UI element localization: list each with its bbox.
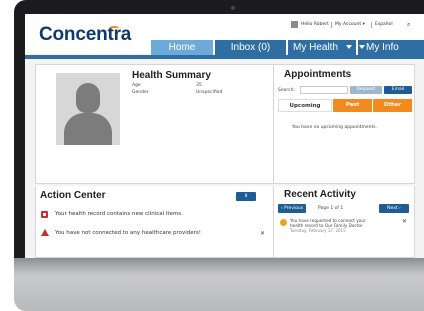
previous-label: Previous (284, 206, 304, 211)
chevron-down-icon (346, 45, 352, 49)
next-page-button[interactable]: Next › (379, 204, 409, 213)
appointments-title: Appointments (284, 69, 352, 80)
action-center-panel: Action Center 8 Your health record conta… (35, 186, 289, 258)
tab-past[interactable]: Past (333, 99, 372, 112)
action-center-title: Action Center (40, 190, 106, 201)
tab-past-label: Past (345, 102, 360, 108)
tab-my-info[interactable]: My Info (358, 40, 424, 55)
action-count: 8 (244, 194, 248, 199)
search-label: Search: (278, 88, 295, 93)
action-item-new-clinical[interactable]: Your health record contains new clinical… (55, 211, 183, 217)
age-label: Age (132, 83, 141, 88)
health-summary-title: Health Summary (132, 70, 211, 81)
next-label: Next (387, 206, 398, 211)
gender-label: Gender (132, 90, 149, 95)
language-link[interactable]: Español (375, 22, 393, 27)
activity-date: Tuesday, February 17, 2015 (290, 228, 346, 233)
person-silhouette-icon (76, 83, 100, 113)
medical-record-alert-icon (40, 209, 50, 219)
recent-activity-title: Recent Activity (284, 189, 356, 200)
tab-my-info-label: My Info (366, 42, 399, 53)
request-button-label: Request (356, 87, 376, 92)
logo-swoosh-icon (109, 26, 119, 30)
recent-activity-panel: Recent Activity ‹ Previous Page 1 of 1 N… (273, 186, 415, 258)
no-appointments-message: You have no upcoming appointments. (292, 125, 378, 130)
email-button-label: Email (391, 87, 405, 92)
action-item-no-providers[interactable]: You have not connected to any healthcare… (55, 230, 201, 236)
user-greeting: Hello Robert (301, 22, 329, 27)
tab-my-health-label: My Health (293, 42, 339, 53)
search-icon[interactable]: ⌕ (407, 21, 410, 29)
tab-inbox[interactable]: Inbox (0) (215, 40, 286, 55)
chevron-right-icon: › (397, 206, 401, 211)
tab-upcoming-label: Upcoming (289, 103, 321, 109)
tab-other-label: Other (383, 102, 402, 108)
chevron-down-icon (359, 45, 365, 49)
tab-upcoming[interactable]: Upcoming (278, 99, 332, 112)
dismiss-icon[interactable]: ✕ (260, 230, 265, 237)
previous-page-button[interactable]: ‹ Previous (278, 204, 306, 213)
webcam-dot (231, 6, 235, 10)
page-indicator: Page 1 of 1 (318, 206, 344, 211)
monitor-chin-shadow (14, 258, 424, 276)
appointment-tabs: Upcoming Past Other (278, 99, 412, 112)
action-center-badge[interactable]: 8 (236, 192, 256, 201)
header-divider (331, 22, 332, 28)
user-avatar-icon (291, 21, 298, 28)
nav-underline (25, 55, 424, 59)
person-silhouette-body (64, 113, 112, 145)
profile-photo-placeholder (56, 73, 120, 145)
tab-inbox-label: Inbox (0) (230, 42, 271, 53)
tab-home[interactable]: Home (151, 40, 213, 55)
my-account-link[interactable]: My Account ▾ (335, 22, 365, 27)
close-icon[interactable]: ✕ (402, 218, 407, 225)
health-summary-panel: Health Summary Age 35 Gender Unspecified (35, 64, 289, 184)
email-button[interactable]: Email (384, 86, 412, 94)
tab-home-label: Home (168, 42, 196, 53)
main-nav: Home Inbox (0) My Health My Info (25, 40, 424, 55)
appointments-panel: Appointments Search: Request Email Upcom… (273, 64, 415, 184)
screen: Concentra Hello Robert My Account ▾ Espa… (25, 14, 424, 258)
warning-icon (41, 229, 49, 236)
appointment-search-input[interactable] (300, 86, 348, 94)
request-button[interactable]: Request (350, 86, 382, 94)
tab-other[interactable]: Other (373, 99, 412, 112)
gender-value: Unspecified (196, 90, 223, 95)
age-value: 35 (196, 83, 202, 88)
tab-my-health[interactable]: My Health (288, 40, 356, 55)
connection-request-icon (280, 219, 287, 226)
header-divider (371, 22, 372, 28)
